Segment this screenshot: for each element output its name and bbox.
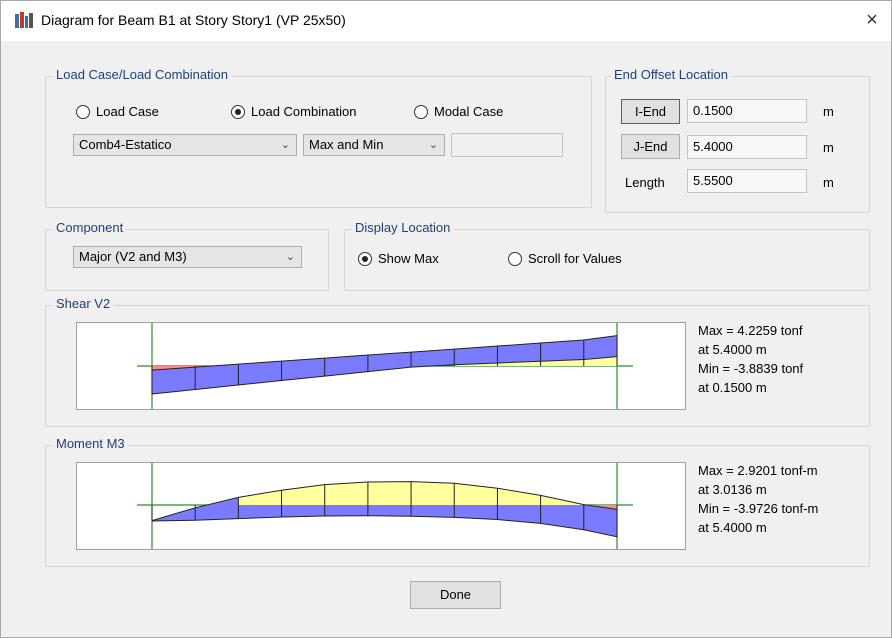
radio-scroll-for-values[interactable]: Scroll for Values <box>508 251 622 266</box>
j-end-field[interactable]: 5.4000 <box>687 135 807 159</box>
load-combination-select[interactable]: Comb4-Estatico ⌄ <box>73 134 297 156</box>
shear-group-title: Shear V2 <box>53 296 114 311</box>
component-group-title: Component <box>53 220 127 235</box>
dialog-window: Diagram for Beam B1 at Story Story1 (VP … <box>0 0 892 638</box>
shear-envelope-band <box>540 340 584 362</box>
radio-load-case-label: Load Case <box>96 104 159 119</box>
chevron-down-icon: ⌄ <box>428 139 438 151</box>
moment-positive-fill <box>238 490 282 505</box>
component-value: Major (V2 and M3) <box>79 249 187 264</box>
end-offset-group-title: End Offset Location <box>611 67 731 82</box>
radio-load-combination[interactable]: Load Combination <box>231 104 357 119</box>
window-title: Diagram for Beam B1 at Story Story1 (VP … <box>41 12 346 28</box>
shear-max-text: Max = 4.2259 tonf <box>698 323 803 338</box>
moment-info: Max = 2.9201 tonf-m at 3.0136 m Min = -3… <box>698 461 818 537</box>
radio-load-combination-label: Load Combination <box>251 104 357 119</box>
shear-info: Max = 4.2259 tonf at 5.4000 m Min = -3.8… <box>698 321 803 397</box>
title-bar: Diagram for Beam B1 at Story Story1 (VP … <box>1 1 891 41</box>
close-button[interactable]: × <box>857 5 887 35</box>
moment-group-title: Moment M3 <box>53 436 128 451</box>
shear-min-text: Min = -3.8839 tonf <box>698 361 804 376</box>
j-end-button[interactable]: J-End <box>621 134 680 159</box>
radio-show-max-dot <box>358 251 372 266</box>
moment-max-text: Max = 2.9201 tonf-m <box>698 463 818 478</box>
shear-envelope-band <box>324 355 368 377</box>
moment-max-location: at 3.0136 m <box>698 482 767 497</box>
moment-diagram-svg <box>137 463 633 549</box>
chevron-down-icon: ⌄ <box>285 251 295 263</box>
moment-diagram <box>76 462 686 550</box>
radio-load-case[interactable]: Load Case <box>76 104 159 119</box>
shear-diagram-svg <box>137 323 633 409</box>
done-button[interactable]: Done <box>410 581 501 609</box>
mode-number-field[interactable] <box>451 133 563 157</box>
i-end-unit: m <box>823 104 834 119</box>
radio-scroll-for-values-dot <box>508 251 522 266</box>
radio-show-max[interactable]: Show Max <box>358 251 439 266</box>
radio-load-case-dot <box>76 104 90 119</box>
shear-min-location: at 0.1500 m <box>698 380 767 395</box>
load-combination-value: Comb4-Estatico <box>79 137 172 152</box>
moment-min-text: Min = -3.9726 tonf-m <box>698 501 819 516</box>
envelope-select[interactable]: Max and Min ⌄ <box>303 134 445 156</box>
component-select[interactable]: Major (V2 and M3) ⌄ <box>73 246 302 268</box>
shear-max-location: at 5.4000 m <box>698 342 767 357</box>
chevron-down-icon: ⌄ <box>280 139 290 151</box>
load-case-group-title: Load Case/Load Combination <box>53 67 232 82</box>
radio-load-combination-dot <box>231 104 245 119</box>
radio-modal-case[interactable]: Modal Case <box>414 104 503 119</box>
moment-min-location: at 5.4000 m <box>698 520 767 535</box>
moment-envelope-band <box>583 504 617 537</box>
i-end-field[interactable]: 0.1500 <box>687 99 807 123</box>
app-icon <box>15 12 33 28</box>
moment-positive-fill <box>454 483 498 505</box>
radio-show-max-label: Show Max <box>378 251 439 266</box>
moment-positive-fill <box>497 488 541 505</box>
radio-scroll-for-values-label: Scroll for Values <box>528 251 622 266</box>
display-location-group-title: Display Location <box>352 220 454 235</box>
length-label: Length <box>625 175 665 190</box>
length-unit: m <box>823 175 834 190</box>
j-end-unit: m <box>823 140 834 155</box>
length-field: 5.5500 <box>687 169 807 193</box>
radio-modal-case-label: Modal Case <box>434 104 504 119</box>
moment-positive-fill <box>367 481 412 505</box>
moment-positive-fill <box>411 481 455 505</box>
shear-diagram <box>76 322 686 410</box>
moment-positive-fill <box>324 481 368 505</box>
radio-modal-case-dot <box>414 104 428 119</box>
moment-envelope-band <box>195 497 239 521</box>
i-end-button[interactable]: I-End <box>621 99 680 124</box>
envelope-value: Max and Min <box>309 137 384 152</box>
